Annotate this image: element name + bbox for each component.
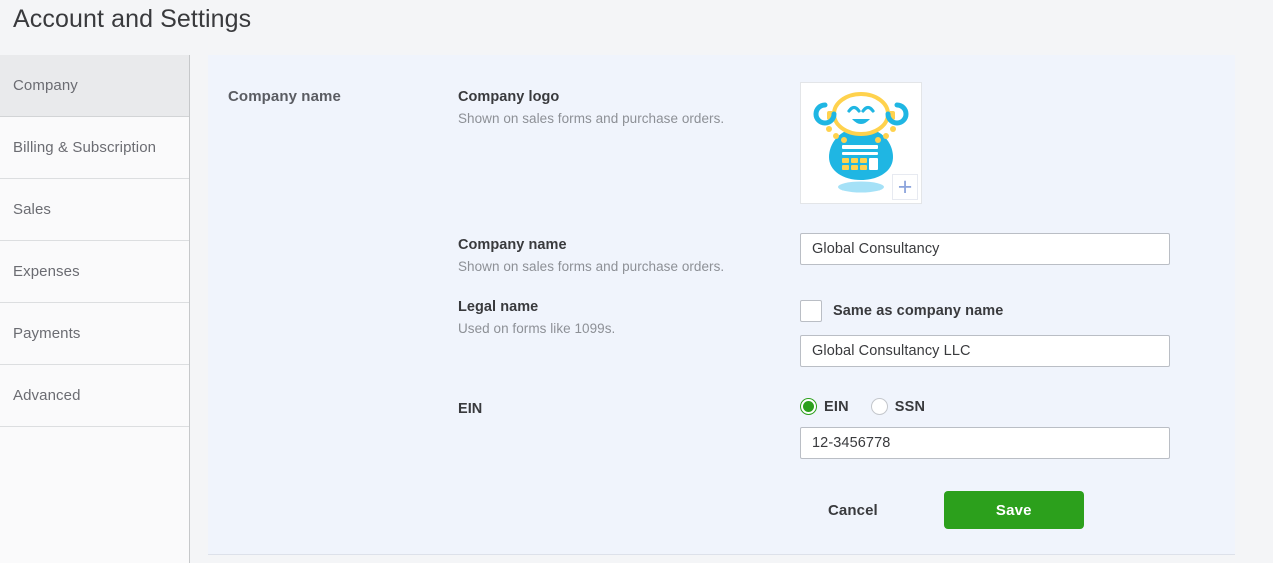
sidebar-item-label: Company (13, 77, 78, 94)
company-logo-upload-box[interactable]: + (800, 82, 922, 204)
company-logo-hint: Shown on sales forms and purchase orders… (458, 111, 725, 126)
company-logo-label-group: Company logo Shown on sales forms and pu… (458, 88, 788, 128)
company-logo-control: + (800, 82, 922, 204)
ein-input[interactable] (800, 427, 1170, 459)
legal-name-input[interactable] (800, 335, 1170, 367)
ein-radio-label: EIN (824, 398, 849, 415)
sidebar-item-label: Billing & Subscription (13, 139, 157, 156)
company-name-hint: Shown on sales forms and purchase orders… (458, 259, 725, 274)
same-as-company-name-label: Same as company name (833, 303, 1004, 319)
ein-ssn-radio-group: EIN SSN (800, 398, 1170, 415)
same-as-company-name-checkbox[interactable] (800, 300, 822, 322)
cancel-button[interactable]: Cancel (828, 502, 878, 519)
sidebar-item-label: Payments (13, 325, 81, 342)
ein-control: EIN SSN (800, 398, 1170, 459)
sidebar-item-company[interactable]: Company (0, 55, 189, 117)
company-name-label: Company name (458, 237, 567, 253)
ein-label-group: EIN (458, 400, 788, 419)
legal-name-hint: Used on forms like 1099s. (458, 321, 616, 336)
company-logo-label: Company logo (458, 89, 560, 105)
sidebar-item-expenses[interactable]: Expenses (0, 241, 189, 303)
ein-label: EIN (458, 401, 483, 417)
ssn-radio[interactable] (870, 398, 888, 415)
save-button[interactable]: Save (943, 491, 1084, 529)
company-name-label-group: Company name Shown on sales forms and pu… (458, 236, 788, 276)
sidebar-item-sales[interactable]: Sales (0, 179, 189, 241)
sidebar-item-label: Advanced (13, 387, 81, 404)
sidebar-filler (0, 427, 189, 563)
ein-radio[interactable] (800, 398, 817, 415)
company-name-control (800, 233, 1170, 265)
sidebar-item-payments[interactable]: Payments (0, 303, 189, 365)
ssn-radio-label: SSN (894, 398, 926, 415)
page-title: Account and Settings (13, 5, 252, 33)
account-settings-page: Account and Settings Company Billing & S… (0, 0, 1273, 563)
sidebar-item-billing-subscription[interactable]: Billing & Subscription (0, 117, 189, 179)
legal-name-label: Legal name (458, 299, 539, 315)
sidebar-item-advanced[interactable]: Advanced (0, 365, 189, 427)
legal-name-control: Same as company name (800, 300, 1170, 367)
company-name-input[interactable] (800, 233, 1170, 265)
sidebar-item-label: Sales (13, 201, 52, 218)
legal-name-label-group: Legal name Used on forms like 1099s. (458, 298, 788, 338)
settings-sidebar: Company Billing & Subscription Sales Exp… (0, 55, 190, 563)
sidebar-item-label: Expenses (13, 263, 80, 280)
form-actions: Cancel Save (828, 491, 1084, 529)
section-title: Company name (228, 88, 341, 105)
add-logo-plus-icon[interactable]: + (892, 174, 918, 200)
company-settings-panel: Company name Company logo Shown on sales… (208, 55, 1235, 555)
same-as-company-name-checkbox-row[interactable]: Same as company name (800, 300, 1170, 322)
